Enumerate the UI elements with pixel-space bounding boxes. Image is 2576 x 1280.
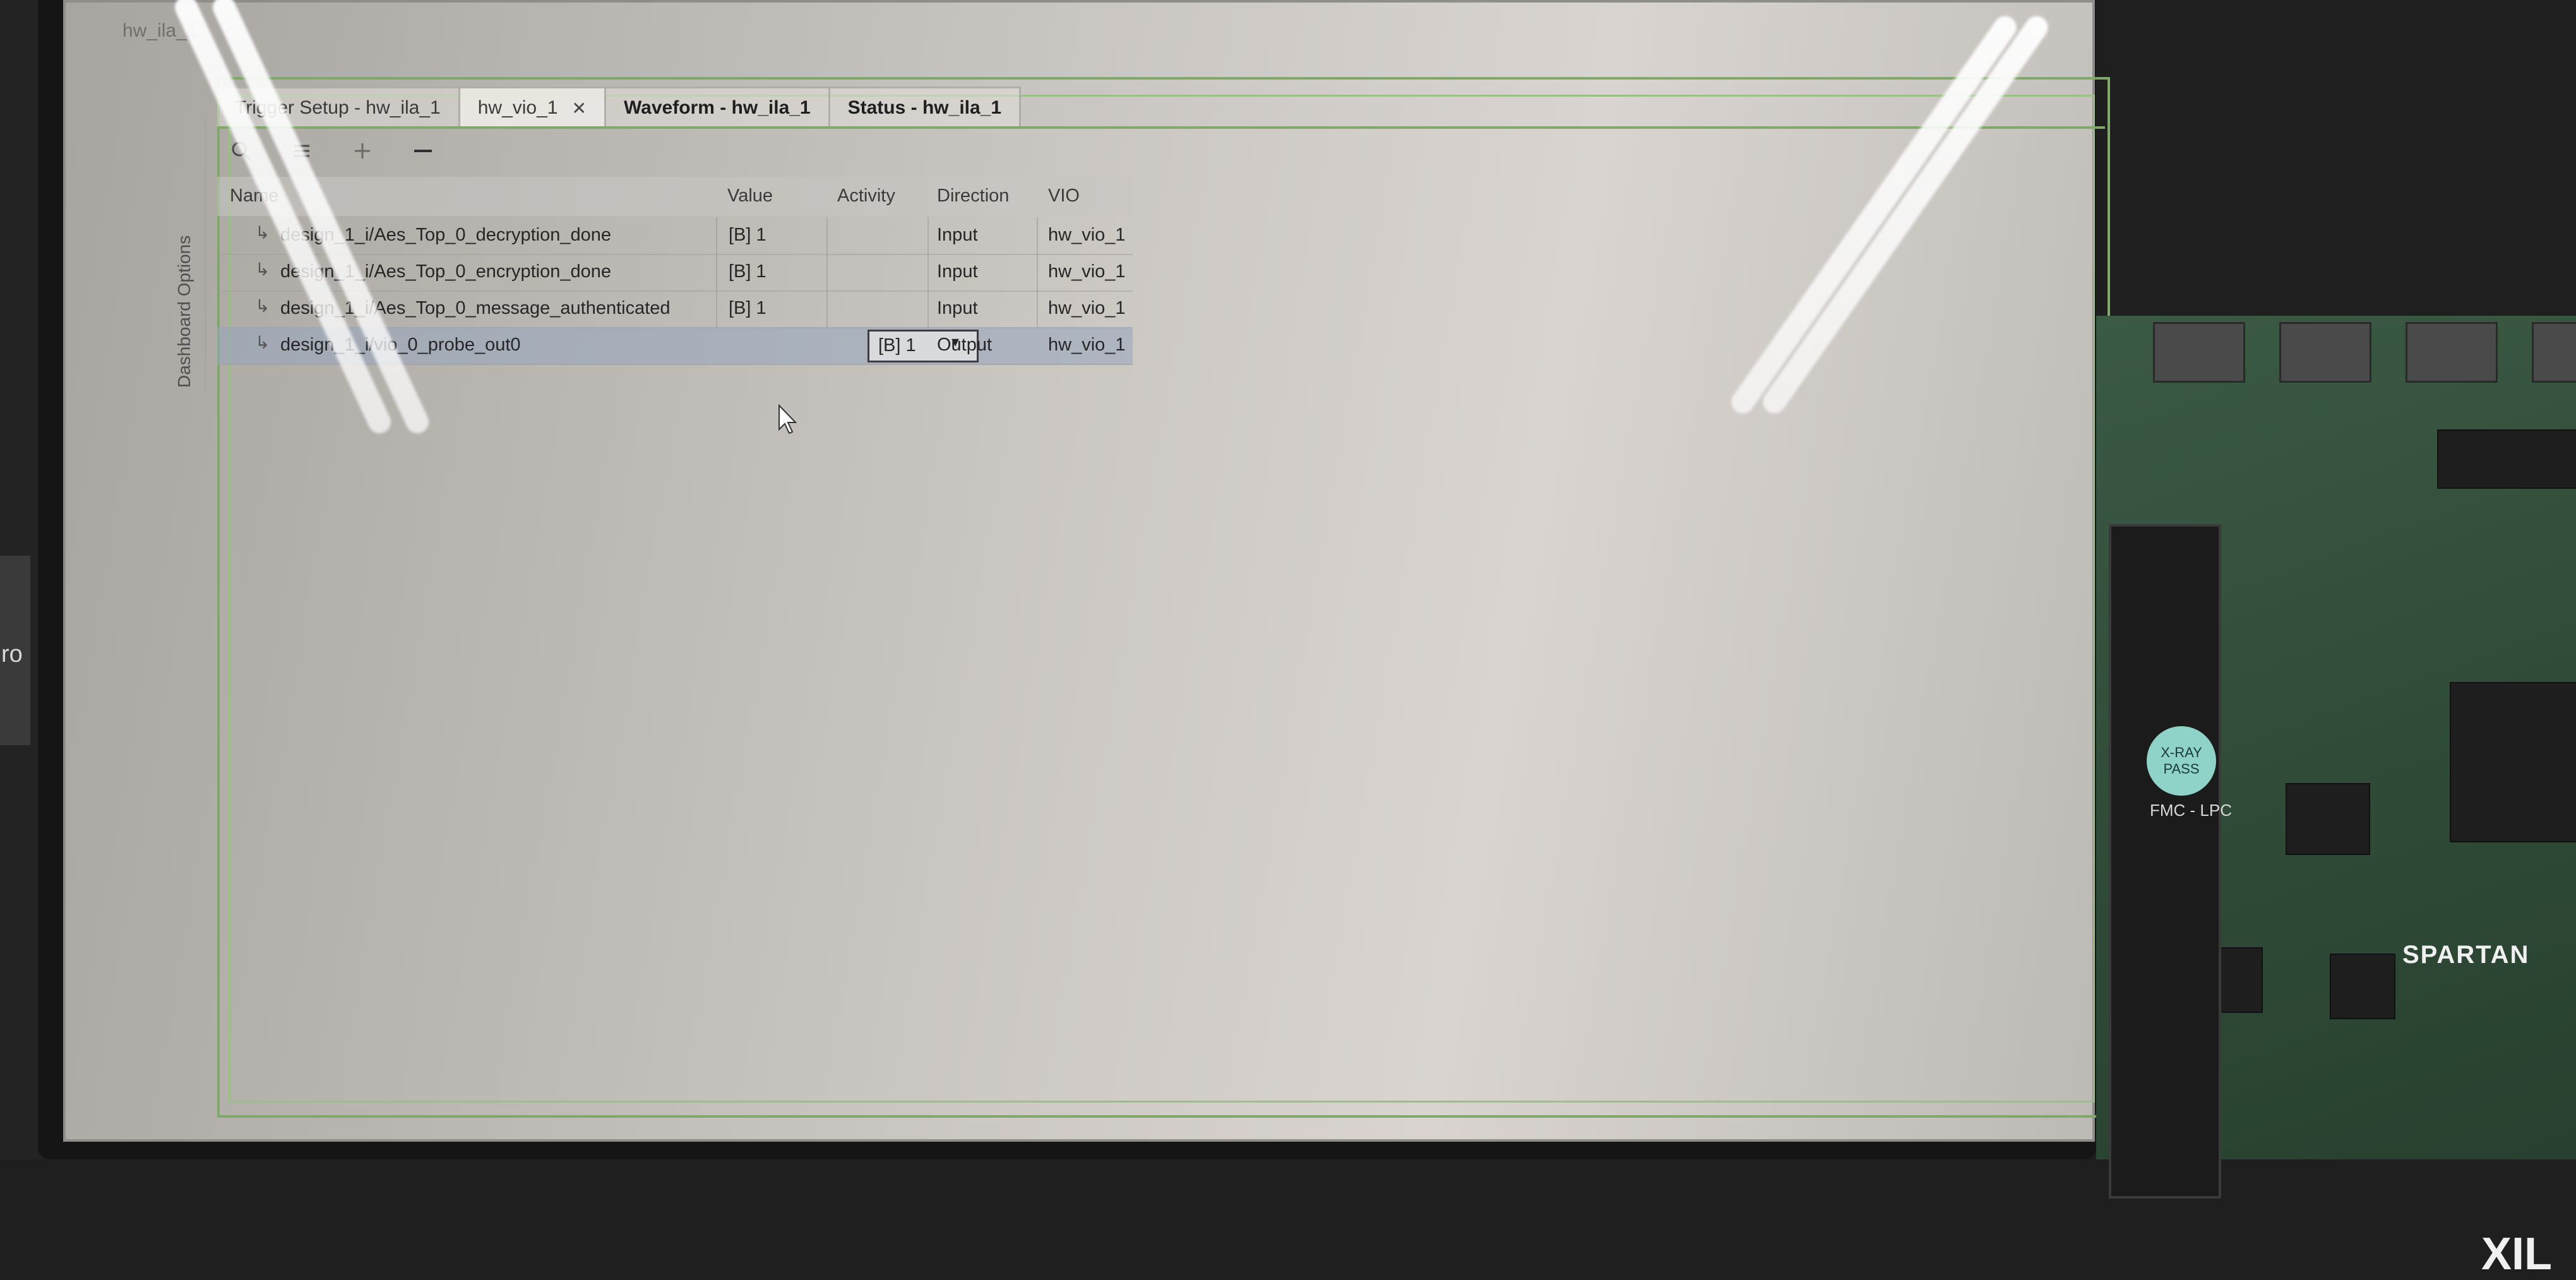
probe-value: [B] 1 xyxy=(729,225,766,245)
probe-arrow-icon: ↳ xyxy=(255,223,270,242)
column-separator xyxy=(927,217,929,254)
table-row[interactable]: ↳ design_1_i/Aes_Top_0_decryption_done [… xyxy=(217,217,1133,255)
header-value[interactable]: Value xyxy=(727,186,773,206)
column-separator xyxy=(716,290,717,327)
fpga-chip xyxy=(2450,682,2576,842)
pmod-header xyxy=(2279,322,2371,383)
probe-direction: Input xyxy=(937,225,978,245)
tab-bar: Trigger Setup - hw_ila_1 hw_vio_1 ✕ Wave… xyxy=(217,81,1022,128)
header-activity[interactable]: Activity xyxy=(837,186,895,206)
table-header: Name Value Activity Direction VIO xyxy=(217,177,1133,216)
probe-value: [B] 1 xyxy=(878,335,916,356)
header-direction[interactable]: Direction xyxy=(937,186,1009,206)
fmc-connector xyxy=(2109,524,2221,1199)
xray-pass-badge: X-RAY PASS xyxy=(2147,726,2216,796)
tab-label: Status - hw_ila_1 xyxy=(847,97,1002,118)
tab-status[interactable]: Status - hw_ila_1 xyxy=(830,87,1022,128)
probe-direction: Input xyxy=(937,298,978,318)
fpga-board: X-RAY PASS FMC - LPC SPARTAN XIL xyxy=(2096,316,2576,1279)
dashboard-options-label: Dashboard Options xyxy=(174,235,194,388)
tab-label: hw_vio_1 xyxy=(477,97,558,118)
probe-vio: hw_vio_1 xyxy=(1048,298,1126,318)
column-separator xyxy=(826,290,828,327)
minus-icon[interactable] xyxy=(405,133,441,169)
tab-waveform[interactable]: Waveform - hw_ila_1 xyxy=(605,87,830,128)
xilinx-logo: XIL xyxy=(2481,1229,2553,1279)
column-separator xyxy=(1037,254,1038,290)
probe-direction: Output xyxy=(937,335,993,355)
probe-arrow-icon: ↳ xyxy=(255,296,270,316)
header-vio[interactable]: VIO xyxy=(1048,186,1080,206)
probe-value: [B] 1 xyxy=(729,298,766,318)
tab-hw-vio-1[interactable]: hw_vio_1 ✕ xyxy=(460,87,606,128)
column-separator xyxy=(826,254,828,290)
column-separator xyxy=(927,254,929,290)
probe-name: design_1_i/vio_0_probe_out0 xyxy=(280,335,521,355)
ic-chip xyxy=(2330,954,2395,1019)
probe-arrow-icon: ↳ xyxy=(255,260,270,279)
column-separator xyxy=(716,217,717,254)
column-separator xyxy=(716,254,717,290)
monitor-screen: hw_ila_1 Dashboard Options Trigger Setup… xyxy=(63,0,2110,1142)
probe-vio: hw_vio_1 xyxy=(1048,225,1126,245)
ic-chip xyxy=(2286,783,2370,855)
mouse-cursor-icon xyxy=(778,404,797,434)
probe-name: design_1_i/Aes_Top_0_encryption_done xyxy=(280,261,612,282)
tab-label: Waveform - hw_ila_1 xyxy=(623,97,811,118)
tab-underline xyxy=(217,126,2105,129)
left-device-text: ro xyxy=(1,641,23,667)
column-separator xyxy=(1037,290,1038,327)
pmod-header xyxy=(2153,322,2245,383)
connector-block xyxy=(2437,429,2576,489)
probe-arrow-icon: ↳ xyxy=(255,333,270,352)
probe-vio: hw_vio_1 xyxy=(1048,335,1126,355)
dashboard-options-tab[interactable]: Dashboard Options xyxy=(167,116,206,394)
close-icon[interactable]: ✕ xyxy=(572,98,587,119)
column-separator xyxy=(826,217,828,254)
column-separator xyxy=(1037,217,1038,254)
probe-vio: hw_vio_1 xyxy=(1048,261,1126,282)
plus-icon[interactable] xyxy=(345,133,380,169)
column-separator xyxy=(927,290,929,327)
fmc-label: FMC - LPC xyxy=(2150,801,2232,820)
spartan-logo: SPARTAN xyxy=(2402,941,2530,969)
probe-direction: Input xyxy=(937,261,978,282)
pmod-header xyxy=(2532,322,2576,383)
pmod-header xyxy=(2406,322,2498,383)
probe-value: [B] 1 xyxy=(729,261,766,282)
